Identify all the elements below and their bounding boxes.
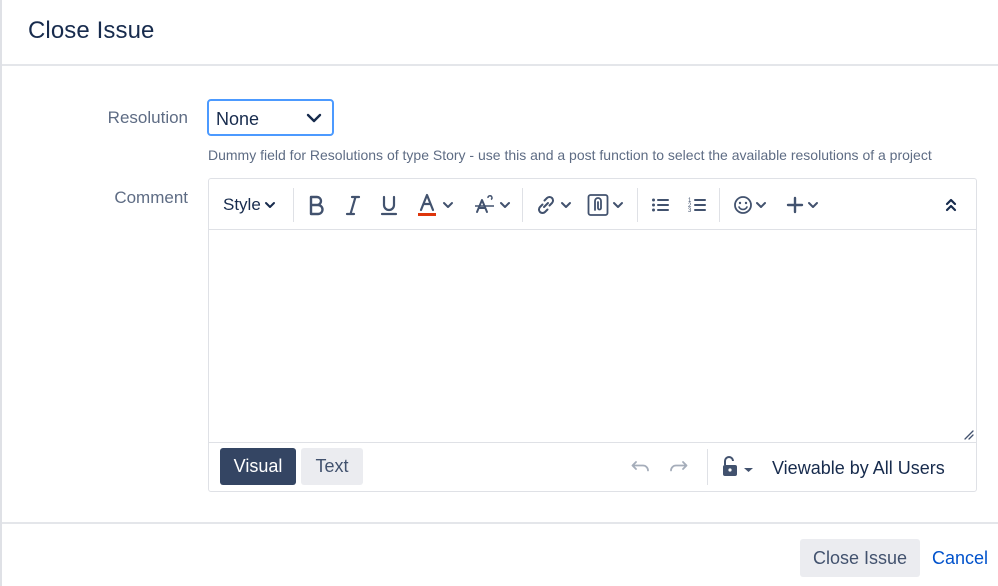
link-icon xyxy=(537,195,555,215)
comment-textarea[interactable] xyxy=(209,230,976,442)
redo-icon[interactable] xyxy=(667,457,689,479)
toolbar-divider xyxy=(293,188,294,222)
toolbar-divider xyxy=(637,188,638,222)
chevron-down-icon xyxy=(264,202,275,208)
chevron-down-icon xyxy=(306,113,322,123)
numbered-list-button[interactable]: 123 xyxy=(688,193,706,217)
resolution-select[interactable]: None xyxy=(207,99,334,136)
style-label: Style xyxy=(223,195,261,214)
comment-label: Comment xyxy=(114,188,188,207)
editor-toolbar: Style 1 2 3 xyxy=(209,179,976,230)
resolution-label: Resolution xyxy=(107,108,188,127)
dialog-title: Close Issue xyxy=(28,17,155,44)
bullet-list-icon xyxy=(652,198,669,212)
bold-button[interactable] xyxy=(307,193,325,217)
chevron-down-icon xyxy=(613,202,623,208)
close-issue-button[interactable]: Close Issue xyxy=(800,539,920,577)
chevron-down-icon xyxy=(443,202,453,208)
link-button[interactable] xyxy=(535,193,572,217)
resolution-value: None xyxy=(216,109,260,129)
resolution-help-text: Dummy field for Resolutions of type Stor… xyxy=(208,147,932,163)
dialog-footer: Close Issue Cancel xyxy=(2,522,998,586)
collapse-toolbar-icon xyxy=(945,198,957,212)
bold-icon xyxy=(309,195,324,216)
chevron-down-icon xyxy=(808,202,818,208)
comment-editor: Style 1 2 3 Visual Text Viewable by All … xyxy=(208,178,977,492)
insert-more-icon xyxy=(786,196,804,214)
undo-icon[interactable] xyxy=(630,457,652,479)
style-dropdown[interactable]: Style xyxy=(223,193,276,217)
chevron-down-icon xyxy=(500,202,510,208)
more-formatting-icon xyxy=(475,195,494,213)
more-formatting-button[interactable] xyxy=(474,193,511,217)
emoji-button[interactable] xyxy=(733,193,767,217)
visibility-dropdown[interactable] xyxy=(720,455,760,479)
underline-icon xyxy=(380,195,398,216)
text-color-icon xyxy=(418,193,436,216)
italic-button[interactable] xyxy=(344,193,362,217)
attachment-icon xyxy=(587,194,609,216)
editor-bottom-bar: Visual Text Viewable by All Users xyxy=(209,442,976,492)
emoji-icon xyxy=(734,196,752,214)
toolbar-divider xyxy=(522,188,523,222)
svg-text:3: 3 xyxy=(688,208,692,214)
bullet-list-button[interactable] xyxy=(651,193,669,217)
unlock-icon xyxy=(723,456,753,476)
chevron-down-icon xyxy=(756,202,766,208)
dialog-header: Close Issue xyxy=(2,0,998,66)
toolbar-divider xyxy=(719,188,720,222)
insert-more-button[interactable] xyxy=(786,193,819,217)
italic-icon xyxy=(345,195,361,216)
underline-button[interactable] xyxy=(380,193,398,217)
text-mode-tab[interactable]: Text xyxy=(301,448,363,485)
collapse-toolbar-button[interactable] xyxy=(944,193,958,217)
resize-handle-icon[interactable] xyxy=(962,428,974,440)
text-color-button[interactable] xyxy=(417,193,454,217)
visual-mode-tab[interactable]: Visual xyxy=(220,448,296,485)
chevron-down-icon xyxy=(561,202,571,208)
cancel-link[interactable]: Cancel xyxy=(932,548,988,569)
numbered-list-icon: 123 xyxy=(688,198,706,214)
close-issue-dialog: Close Issue Resolution None Dummy field … xyxy=(0,0,998,586)
bottom-bar-divider xyxy=(707,449,708,485)
visibility-label: Viewable by All Users xyxy=(772,458,945,478)
attachment-button[interactable] xyxy=(587,193,624,217)
